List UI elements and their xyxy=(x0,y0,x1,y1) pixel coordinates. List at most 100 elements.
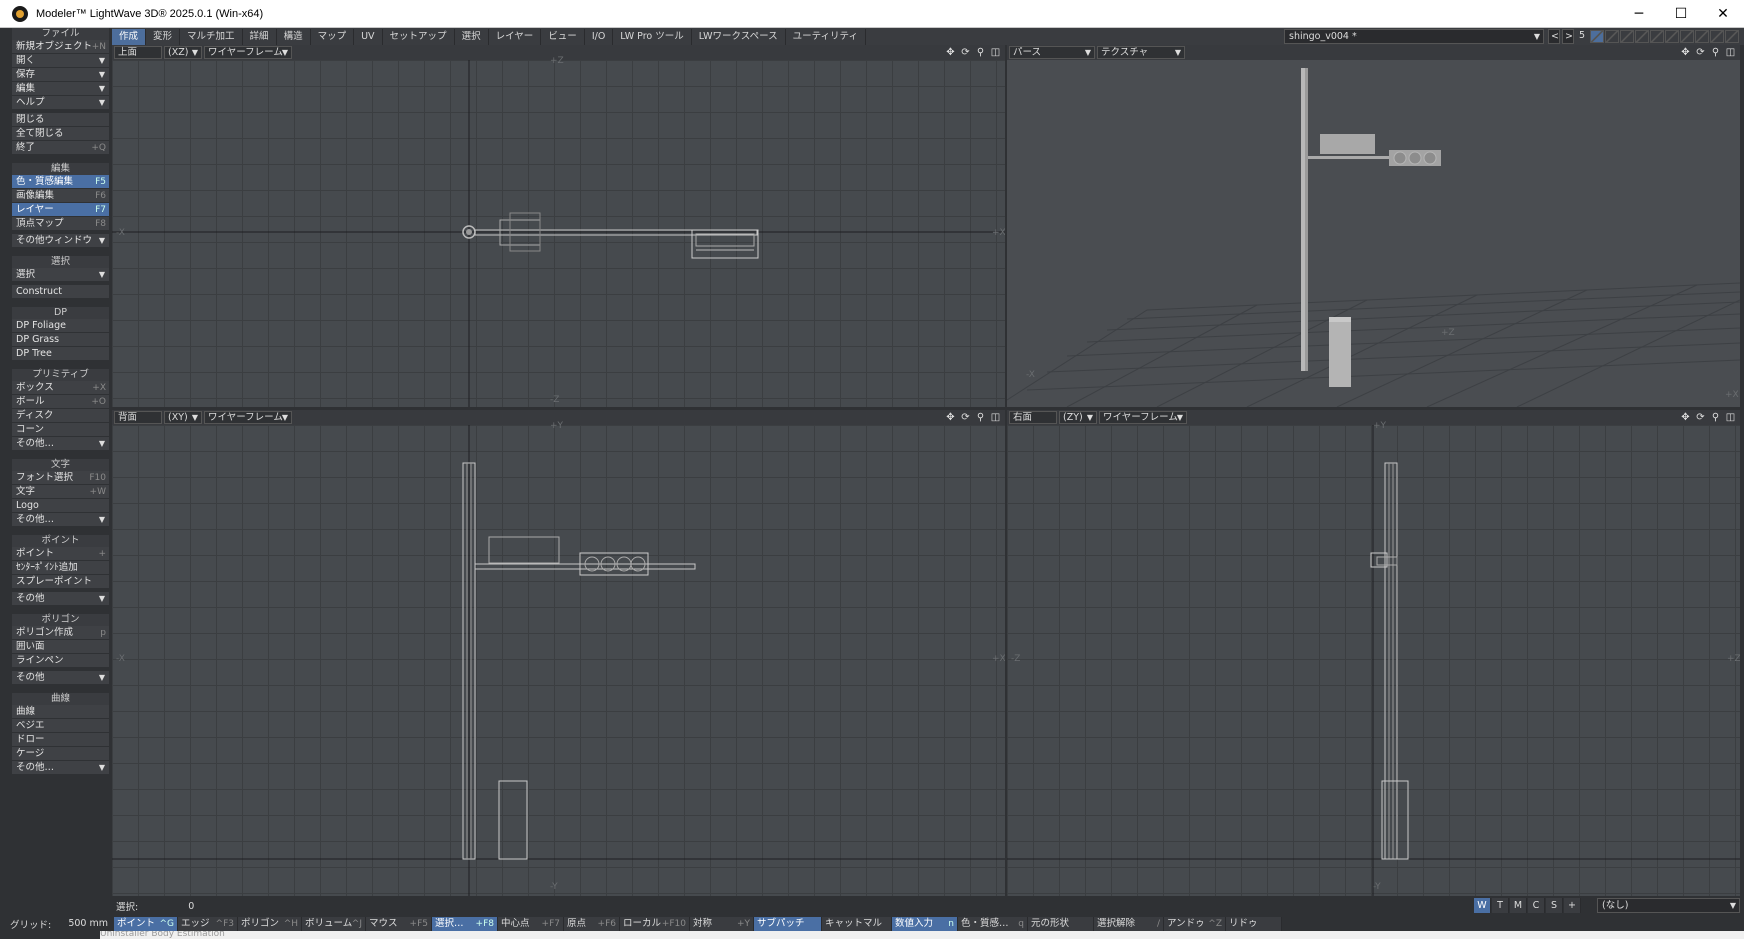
sidebar-poly-item-3[interactable]: その他 ▼ xyxy=(12,671,109,685)
maximize-button[interactable]: ☐ xyxy=(1660,0,1702,28)
sidebar-curve-item-1[interactable]: ベジエ xyxy=(12,719,109,733)
sidebar-dp-item-2[interactable]: DP Tree xyxy=(12,347,109,361)
scene-object-select[interactable]: shingo_v004 * ▼ xyxy=(1284,29,1544,44)
tab-9[interactable]: レイヤー xyxy=(489,28,542,45)
tab-5[interactable]: マップ xyxy=(311,28,355,45)
sidebar-curve-item-4[interactable]: その他… ▼ xyxy=(12,761,109,775)
sidebar-file-item-5[interactable]: 閉じる xyxy=(12,113,109,127)
viewport-top[interactable]: 上面 (XZ) ▼ ワイヤーフレーム ▼ ✥ ⟳ ⚲ ◫ +Z -Z -X +X xyxy=(112,45,1005,407)
tab-12[interactable]: LW Pro ツール xyxy=(613,28,692,45)
layer-slot[interactable] xyxy=(1650,30,1664,43)
viewport-mode-select[interactable]: テクスチャ ▼ xyxy=(1097,46,1185,59)
sidebar-text-item-3[interactable]: その他… ▼ xyxy=(12,513,109,527)
layer-slot[interactable] xyxy=(1710,30,1724,43)
maximize-view-icon[interactable]: ◫ xyxy=(990,47,1001,58)
tab-0[interactable]: 作成 xyxy=(112,28,147,45)
layer-slot[interactable] xyxy=(1725,30,1739,43)
sidebar-edit-item-4[interactable]: その他ウィンドウ ▼ xyxy=(12,234,109,248)
sidebar-file-item-1[interactable]: 開く ▼ xyxy=(12,54,109,68)
sidebar-curve-item-2[interactable]: ドロー xyxy=(12,733,109,747)
tab-6[interactable]: UV xyxy=(354,28,383,45)
viewport-right[interactable]: 右面 (ZY) ▼ ワイヤーフレーム ▼ ✥ ⟳ ⚲ ◫ +Y -Y -Z +Z xyxy=(1007,410,1740,896)
sidebar-text-item-2[interactable]: Logo xyxy=(12,499,109,513)
bottom-actions-button-4[interactable]: ローカル +F10 xyxy=(620,916,690,931)
display-mode-button-+[interactable]: + xyxy=(1564,898,1581,913)
bottom-actions-button-9[interactable]: 色・質感… q xyxy=(958,916,1028,931)
tab-11[interactable]: I/O xyxy=(585,28,614,45)
viewport-view-select[interactable]: パース ▼ xyxy=(1009,46,1095,59)
zoom-view-icon[interactable]: ⚲ xyxy=(1710,412,1721,423)
zoom-view-icon[interactable]: ⚲ xyxy=(1710,47,1721,58)
bottom-actions-button-6[interactable]: サブパッチ xyxy=(754,916,822,931)
sidebar-prim-item-4[interactable]: その他… ▼ xyxy=(12,437,109,451)
tab-4[interactable]: 構造 xyxy=(277,28,311,45)
move-view-icon[interactable]: ✥ xyxy=(1680,412,1691,423)
bottom-modes-button-2[interactable]: ポリゴン ^H xyxy=(238,916,302,931)
maximize-view-icon[interactable]: ◫ xyxy=(1725,47,1736,58)
tab-2[interactable]: マルチ加工 xyxy=(180,28,243,45)
viewport-mode-select[interactable]: ワイヤーフレーム ▼ xyxy=(1099,411,1187,424)
sidebar-poly-item-2[interactable]: ラインペン xyxy=(12,654,109,668)
zoom-view-icon[interactable]: ⚲ xyxy=(975,412,986,423)
tab-10[interactable]: ビュー xyxy=(541,28,585,45)
bottom-actions-button-12[interactable]: アンドゥ ^Z xyxy=(1164,916,1226,931)
sidebar-edit-item-1[interactable]: 画像編集 F6 xyxy=(12,189,109,203)
viewport-axes-select[interactable]: (XZ) ▼ xyxy=(164,46,202,59)
viewport-view-select[interactable]: 右面 xyxy=(1009,411,1057,424)
surface-select[interactable]: (なし) ▼ xyxy=(1597,898,1740,913)
sidebar-poly-item-0[interactable]: ポリゴン作成 p xyxy=(12,626,109,640)
tab-8[interactable]: 選択 xyxy=(455,28,489,45)
sidebar-prim-item-0[interactable]: ボックス +X xyxy=(12,381,109,395)
viewport-view-select[interactable]: 上面 xyxy=(114,46,162,59)
viewport-mode-select[interactable]: ワイヤーフレーム ▼ xyxy=(204,46,292,59)
sidebar-poly-item-1[interactable]: 囲い面 xyxy=(12,640,109,654)
sidebar-curve-item-0[interactable]: 曲線 xyxy=(12,705,109,719)
sidebar-file-item-3[interactable]: 編集 ▼ xyxy=(12,82,109,96)
sidebar-dp-item-0[interactable]: DP Foliage xyxy=(12,319,109,333)
sidebar-point-item-1[interactable]: ｾﾝﾀｰﾎﾟｲﾝﾄ追加 xyxy=(12,561,109,575)
layer-slots[interactable] xyxy=(1590,30,1740,43)
bottom-actions-button-8[interactable]: 数値入力 n xyxy=(892,916,958,931)
bottom-actions-button-0[interactable]: マウス +F5 xyxy=(366,916,432,931)
tab-1[interactable]: 変形 xyxy=(146,28,181,45)
sidebar-file-item-0[interactable]: 新規オブジェクト +N xyxy=(12,40,109,54)
tab-7[interactable]: セットアップ xyxy=(383,28,455,45)
zoom-view-icon[interactable]: ⚲ xyxy=(975,47,986,58)
rotate-view-icon[interactable]: ⟳ xyxy=(960,412,971,423)
sidebar-select-item-1[interactable]: Construct xyxy=(12,285,109,299)
display-mode-button-M[interactable]: M xyxy=(1510,898,1527,913)
sidebar-edit-item-2[interactable]: レイヤー F7 xyxy=(12,203,109,217)
rotate-view-icon[interactable]: ⟳ xyxy=(1695,412,1706,423)
bottom-actions-button-7[interactable]: キャットマル xyxy=(822,916,892,931)
close-button[interactable]: ✕ xyxy=(1702,0,1744,28)
viewport-back[interactable]: 背面 (XY) ▼ ワイヤーフレーム ▼ ✥ ⟳ ⚲ ◫ +Y -Y -X +X xyxy=(112,410,1005,896)
layer-slot[interactable] xyxy=(1665,30,1679,43)
bottom-actions-button-3[interactable]: 原点 +F6 xyxy=(564,916,620,931)
layer-slot[interactable] xyxy=(1605,30,1619,43)
sidebar-point-item-3[interactable]: その他 ▼ xyxy=(12,592,109,606)
display-mode-button-T[interactable]: T xyxy=(1492,898,1509,913)
layer-slot[interactable] xyxy=(1680,30,1694,43)
display-mode-button-W[interactable]: W xyxy=(1474,898,1491,913)
bottom-actions-button-13[interactable]: リドゥ xyxy=(1226,916,1282,931)
sidebar-text-item-1[interactable]: 文字 +W xyxy=(12,485,109,499)
tab-14[interactable]: ユーティリティ xyxy=(786,28,866,45)
bottom-actions-button-10[interactable]: 元の形状 xyxy=(1028,916,1094,931)
move-view-icon[interactable]: ✥ xyxy=(945,412,956,423)
tab-13[interactable]: LWワークスペース xyxy=(692,28,786,45)
sidebar-file-item-6[interactable]: 全て閉じる xyxy=(12,127,109,141)
layer-slot[interactable] xyxy=(1695,30,1709,43)
sidebar-curve-item-3[interactable]: ケージ xyxy=(12,747,109,761)
maximize-view-icon[interactable]: ◫ xyxy=(990,412,1001,423)
sidebar-file-item-4[interactable]: ヘルプ ▼ xyxy=(12,96,109,110)
sidebar-file-item-7[interactable]: 終了 +Q xyxy=(12,141,109,155)
move-view-icon[interactable]: ✥ xyxy=(1680,47,1691,58)
layer-slot[interactable] xyxy=(1635,30,1649,43)
bottom-modes-button-1[interactable]: エッジ ^F3 xyxy=(178,916,238,931)
viewport-mode-select[interactable]: ワイヤーフレーム ▼ xyxy=(204,411,292,424)
sidebar-prim-item-3[interactable]: コーン xyxy=(12,423,109,437)
viewport-view-select[interactable]: 背面 xyxy=(114,411,162,424)
viewport-axes-select[interactable]: (ZY) ▼ xyxy=(1059,411,1097,424)
bottom-modes-button-0[interactable]: ポイント ^G xyxy=(114,916,178,931)
tab-3[interactable]: 詳細 xyxy=(243,28,277,45)
